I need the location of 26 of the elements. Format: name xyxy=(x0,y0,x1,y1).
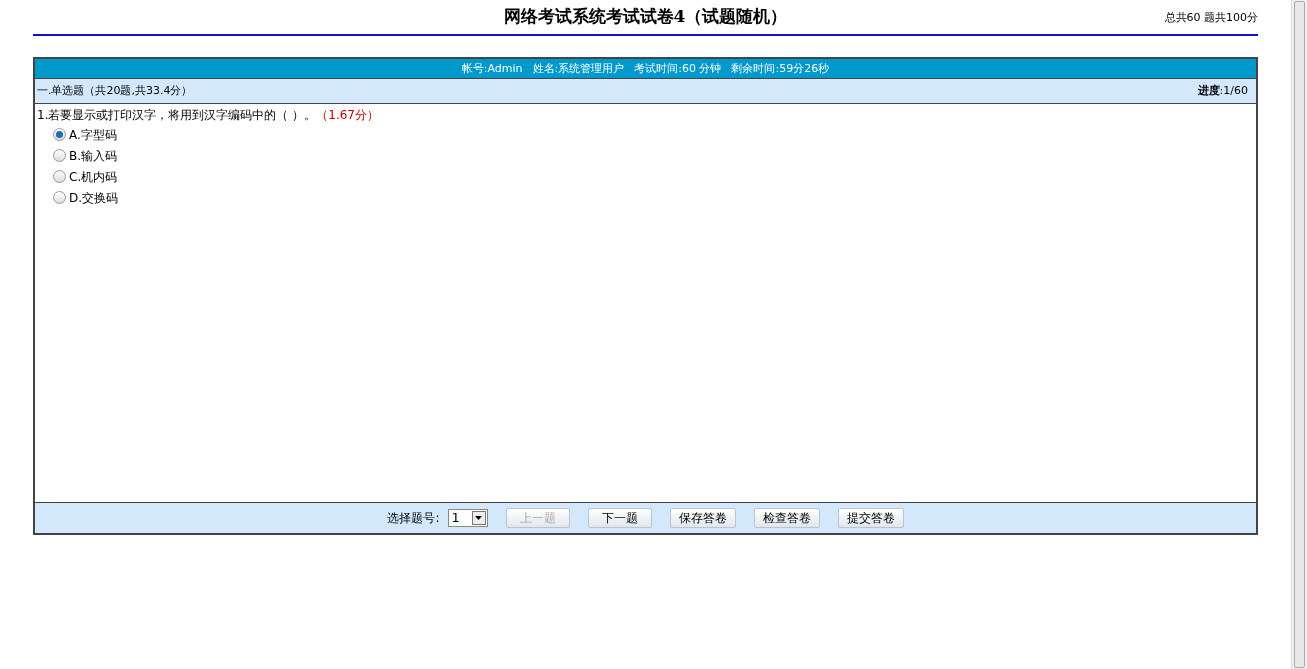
radio-button[interactable] xyxy=(53,170,66,183)
info-text: 帐号:Admin xyxy=(461,62,523,75)
dropdown-arrow-icon xyxy=(475,516,482,520)
question-score: （1.67分） xyxy=(316,108,379,122)
question-text: 1.若要显示或打印汉字，将用到汉字编码中的（ ）。 xyxy=(37,108,317,122)
radio-button[interactable] xyxy=(53,149,66,162)
scrollbar[interactable] xyxy=(1291,0,1307,669)
select-label: 选择题号: xyxy=(387,510,440,527)
page-title: 网络考试系统考试试卷4（试题随机） xyxy=(503,5,788,29)
exam-summary: 总共60 题共100分 xyxy=(1164,10,1258,26)
option-label[interactable]: A.字型码 xyxy=(69,125,117,144)
radio-button[interactable] xyxy=(53,191,66,204)
progress-text: 进度:1/60 xyxy=(1197,82,1248,99)
info-text: 剩余时间:59分26秒 xyxy=(731,62,830,75)
footer-button[interactable]: 保存答卷 xyxy=(669,508,736,528)
footer-button[interactable]: 检查答卷 xyxy=(753,508,820,528)
option-label[interactable]: C.机内码 xyxy=(69,167,118,186)
section-title: 一.单选题（共20题,共33.4分） xyxy=(37,82,193,99)
info-text: 姓名:系统管理用户 xyxy=(532,62,625,75)
footer-button[interactable]: 下一题 xyxy=(587,508,652,528)
question-number-select[interactable]: 1 xyxy=(447,509,488,527)
option-label[interactable]: B.输入码 xyxy=(69,146,118,165)
footer-button[interactable]: 提交答卷 xyxy=(837,508,904,528)
radio-button[interactable] xyxy=(53,128,66,141)
info-text: 考试时间:60 分钟 xyxy=(634,62,722,75)
option-label[interactable]: D.交换码 xyxy=(69,188,119,207)
